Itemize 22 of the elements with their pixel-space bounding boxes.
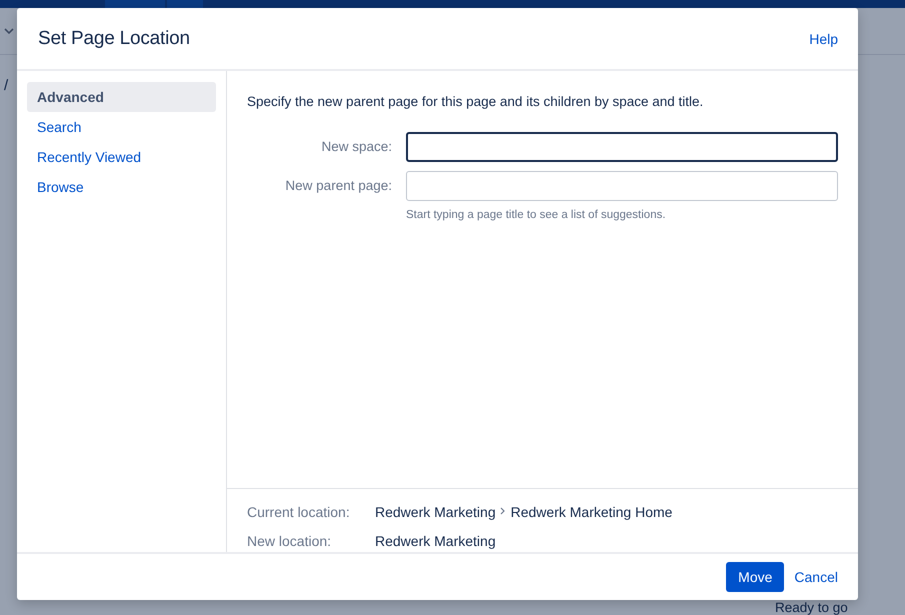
sidebar-item[interactable]: Recently Viewed [27,142,216,172]
sidebar-item[interactable]: Browse [27,172,216,202]
instructions-text: Specify the new parent page for this page and its children by space and title. [247,94,704,109]
field-label: New parent page: [284,177,393,195]
chevron-down-icon[interactable] [4,28,14,34]
sidebar-item[interactable]: Advanced [27,82,216,112]
status-text: Ready to go [775,600,848,615]
location-path-item: Redwerk Marketing [375,504,496,520]
location-path-item: Redwerk Marketing Home [510,504,672,520]
move-button[interactable]: Move [726,562,784,592]
hint-text: Start typing a page title to see a list of suggestions. [406,209,667,221]
sidebar-item[interactable]: Search [27,112,216,142]
breadcrumb-separator: / [4,77,8,94]
location-label: New location: [247,532,332,548]
location-label: Current location: [247,504,351,520]
cancel-link[interactable]: Cancel [794,569,838,585]
help-link[interactable]: Help [809,30,838,46]
dialog-title: Set Page Location [38,28,190,50]
location-path-item: Redwerk Marketing [375,532,496,548]
field-label: New space: [320,138,393,156]
text-field[interactable] [406,132,838,162]
breadcrumb-chevron-icon [500,506,505,514]
